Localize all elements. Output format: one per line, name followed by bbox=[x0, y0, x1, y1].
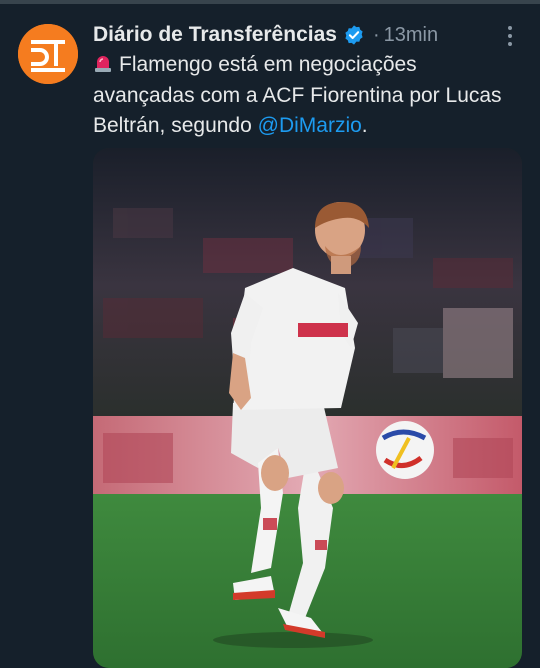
timestamp[interactable]: 13min bbox=[384, 24, 438, 47]
avatar[interactable] bbox=[18, 24, 78, 84]
football-player-photo bbox=[93, 148, 522, 668]
police-siren-icon bbox=[95, 56, 111, 72]
separator-dot: · bbox=[372, 23, 380, 46]
author-name[interactable]: Diário de Transferências bbox=[93, 23, 337, 47]
top-divider bbox=[0, 0, 540, 4]
tweet-text: Flamengo está em negociações avançadas c… bbox=[93, 50, 513, 142]
tweet-header: Diário de Transferências · 13min bbox=[93, 20, 438, 50]
verified-badge-icon bbox=[345, 25, 363, 45]
dt-logo-icon bbox=[18, 24, 78, 84]
tweet-end: . bbox=[361, 114, 368, 137]
tweet-media-photo[interactable] bbox=[93, 148, 522, 668]
more-options-icon[interactable] bbox=[500, 24, 520, 48]
mention-link[interactable]: @DiMarzio bbox=[258, 114, 362, 137]
